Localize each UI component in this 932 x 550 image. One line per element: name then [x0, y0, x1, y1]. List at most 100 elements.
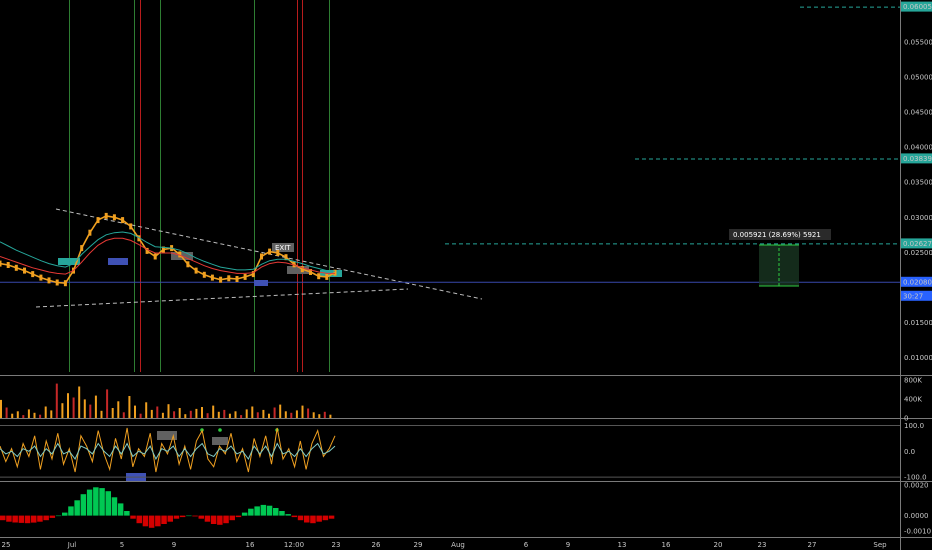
histogram-bar [291, 515, 298, 518]
histogram-bar [80, 494, 87, 516]
histogram-bar [155, 515, 161, 527]
price-candle [202, 271, 206, 278]
histogram-bar [99, 488, 105, 516]
volume-bar [318, 414, 321, 418]
time-tick-label: 26 [372, 541, 381, 549]
volume-bar [212, 405, 215, 418]
volume-bar [273, 407, 276, 418]
volume-bar [111, 408, 114, 418]
volume-bar [245, 409, 248, 418]
price-candle [317, 273, 321, 280]
volume-bar [284, 411, 287, 418]
histogram-bar [55, 515, 62, 517]
volume-bar [0, 399, 2, 418]
histogram-bar [24, 515, 31, 524]
time-tick-label: 27 [808, 541, 817, 549]
volume-bar [189, 410, 192, 418]
volume-bar [262, 409, 265, 418]
time-tick-label: 23 [758, 541, 767, 549]
time-tick-label: 13 [618, 541, 627, 549]
histogram-bar [223, 515, 229, 524]
volume-bar [167, 404, 170, 418]
price-tick-label: 0.025000 [904, 249, 932, 257]
histogram-bar [273, 508, 279, 516]
price-candle [129, 223, 133, 230]
histogram-bar [136, 515, 142, 524]
price-tag-label: 30:27 [903, 292, 923, 300]
price-candle [14, 264, 18, 271]
time-tick-label: 9 [172, 541, 176, 549]
histogram-bar [279, 511, 285, 516]
price-candle [194, 267, 198, 274]
histogram-bar [260, 504, 267, 516]
price-candle [243, 273, 247, 280]
volume-bar [61, 403, 64, 418]
volume-bar [256, 412, 259, 418]
histogram-bar [74, 500, 80, 516]
oscillator-tick-label: 0.0 [904, 448, 915, 456]
volume-bar [150, 409, 153, 418]
histogram-bar [31, 515, 37, 523]
volume-bar [134, 405, 136, 418]
chart-canvas[interactable]: 0.005921 (28.69%) 5921 EXIT 0.0550000.05… [0, 0, 932, 550]
histogram-bar [43, 515, 49, 521]
histogram-bar [117, 503, 124, 516]
price-tag-label: 0.026272 [903, 240, 932, 248]
histogram-bar [310, 515, 316, 524]
histogram-bar [254, 506, 260, 516]
oscillator-tick-label: 100.0 [904, 422, 924, 430]
volume-bar [128, 396, 131, 418]
volume-bar [206, 413, 209, 418]
histogram-bar [167, 515, 173, 522]
volume-bar [100, 410, 103, 418]
histogram-bar [186, 515, 192, 517]
price-tick-label: 0.035000 [904, 179, 932, 187]
histogram-bar [210, 515, 217, 524]
histogram-bar [124, 511, 130, 516]
volume-bar [145, 402, 148, 419]
price-candle [121, 217, 125, 224]
histogram-bar [68, 506, 74, 516]
volume-bar [83, 399, 86, 418]
price-candle [55, 279, 59, 286]
price-tick-label: 0.015000 [904, 319, 932, 327]
histogram-bar [304, 515, 310, 523]
time-tick-label: Jul [67, 541, 77, 549]
histogram-bar [266, 505, 273, 516]
histogram-bar [105, 491, 111, 516]
time-tick-label: 20 [714, 541, 723, 549]
volume-bar [22, 415, 25, 418]
volume-bar [329, 414, 332, 418]
histogram-bar [93, 487, 99, 516]
volume-tick-label: 400K [904, 395, 922, 403]
time-tick-label: 16 [662, 541, 671, 549]
histogram-bar [6, 515, 12, 522]
price-tick-label: 0.010000 [904, 354, 932, 362]
price-candle [325, 273, 329, 280]
histogram-bar [235, 515, 242, 518]
price-candle [268, 248, 272, 255]
histogram-bar [161, 515, 167, 524]
price-tick-label: 0.055000 [904, 39, 932, 47]
price-candle [23, 267, 26, 274]
volume-bar [301, 405, 304, 418]
histogram-bar [86, 489, 93, 516]
histogram-bar [248, 508, 254, 516]
histogram-bar [0, 515, 6, 521]
price-candle [153, 253, 157, 260]
price-candle [333, 269, 337, 276]
volume-bar [268, 413, 270, 418]
price-tag-label: 0.038395 [903, 155, 932, 163]
time-tick-label: 5 [120, 541, 124, 549]
price-candle [96, 217, 100, 224]
histogram-bar [204, 515, 211, 522]
price-candle [186, 261, 190, 268]
volume-bar [228, 413, 231, 418]
time-tick-label: 16 [246, 541, 255, 549]
price-candle [276, 250, 280, 256]
time-tick-label: 23 [332, 541, 341, 549]
price-candle [88, 229, 92, 236]
histogram-bar [322, 515, 329, 521]
histogram-bar [217, 515, 223, 525]
histogram-bar [18, 515, 25, 523]
